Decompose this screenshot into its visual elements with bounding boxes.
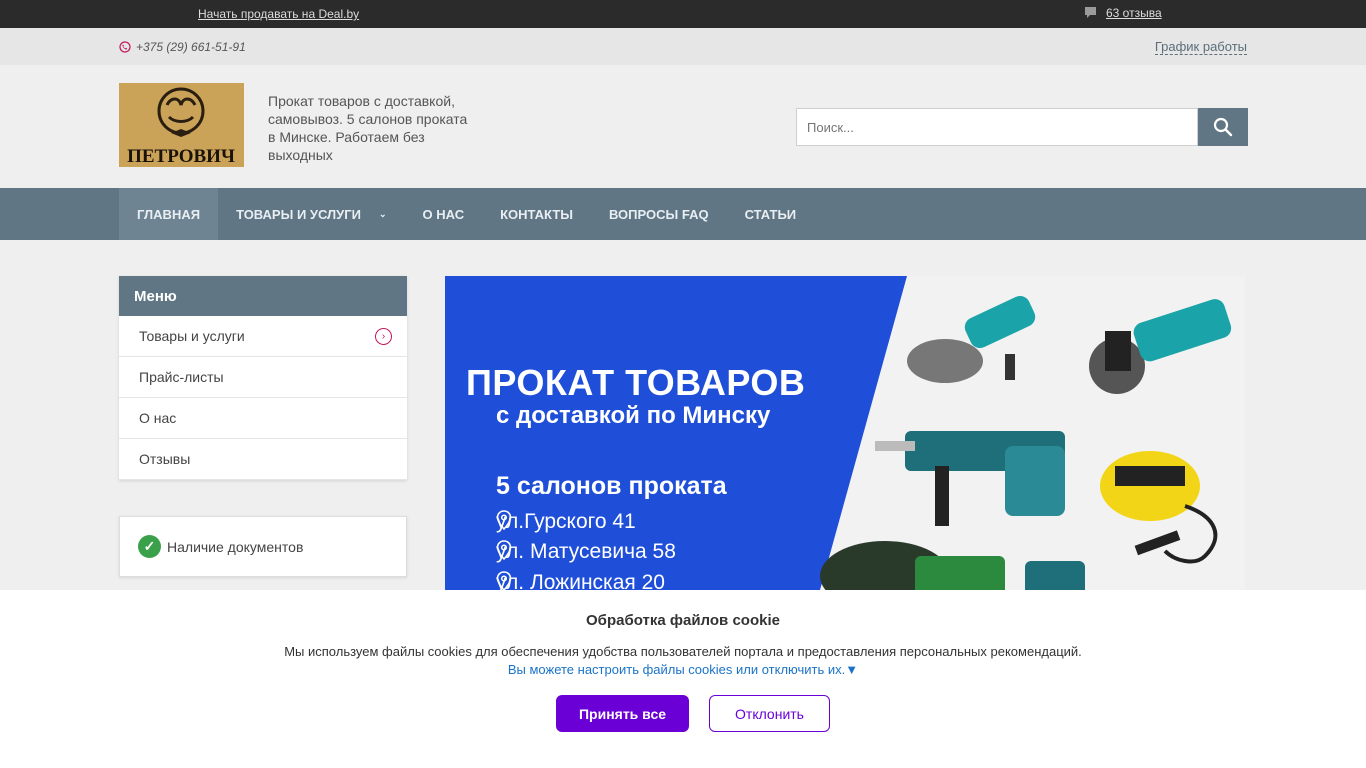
nav-item-articles[interactable]: Статьи bbox=[727, 188, 815, 240]
top-bar: Начать продавать на Deal.by 63 отзыва bbox=[0, 0, 1366, 28]
company-tagline: Прокат товаров с доставкой, самовывоз. 5… bbox=[268, 93, 468, 163]
chevron-right-icon[interactable]: › bbox=[375, 328, 392, 345]
cookie-text: Мы используем файлы cookies для обеспече… bbox=[284, 644, 1082, 659]
cookie-settings-link[interactable]: Вы можете настроить файлы cookies или от… bbox=[0, 662, 1366, 677]
cookie-title: Обработка файлов cookie bbox=[586, 612, 780, 629]
sidebar-item-reviews[interactable]: Отзывы bbox=[119, 439, 407, 480]
svg-text:ПЕТРОВИЧ: ПЕТРОВИЧ bbox=[127, 146, 235, 167]
schedule-link[interactable]: График работы bbox=[1154, 39, 1247, 55]
decline-button[interactable]: Отклонить bbox=[709, 695, 830, 732]
company-logo[interactable]: ПЕТРОВИЧ bbox=[119, 83, 244, 167]
reviews-link[interactable]: 63 отзыва bbox=[1084, 6, 1162, 20]
sidebar-menu-title: Меню bbox=[119, 276, 407, 316]
nav-item-about[interactable]: О нас bbox=[405, 188, 483, 240]
sidebar-menu: Меню Товары и услуги › Прайс-листы О нас… bbox=[119, 276, 407, 480]
banner-address-text: ул. Матусевича 58 bbox=[496, 540, 676, 563]
banner-address-text: ул.Гурского 41 bbox=[496, 510, 636, 533]
nav-item-contacts[interactable]: Контакты bbox=[482, 188, 591, 240]
accept-all-button[interactable]: Принять все bbox=[556, 695, 689, 732]
banner-title: ПРОКАТ ТОВАРОВ bbox=[466, 362, 806, 403]
comment-icon bbox=[1085, 7, 1096, 18]
location-pin-icon bbox=[496, 510, 512, 530]
reviews-count: 63 отзыва bbox=[1106, 6, 1162, 20]
search-icon bbox=[1213, 117, 1233, 137]
documents-badge[interactable]: ✓ Наличие документов bbox=[119, 516, 407, 577]
search-button[interactable] bbox=[1198, 108, 1248, 146]
search-form bbox=[796, 108, 1248, 146]
contacts-bar: +375 (29) 661-51-91 График работы bbox=[0, 28, 1366, 65]
banner-address-text: ул. Ложинская 20 bbox=[496, 571, 665, 590]
logo-image: ПЕТРОВИЧ bbox=[119, 83, 244, 167]
site-header: ПЕТРОВИЧ Прокат товаров с доставкой, сам… bbox=[0, 65, 1366, 188]
main-nav: Главная Товары и услуги ⌄ О нас Контакты… bbox=[0, 188, 1366, 240]
chevron-down-icon: ⌄ bbox=[378, 208, 387, 219]
sidebar-item-label: Товары и услуги bbox=[139, 328, 245, 344]
sidebar-item-price-lists[interactable]: Прайс-листы bbox=[119, 357, 407, 398]
location-pin-icon bbox=[496, 540, 512, 560]
banner-address: ул. Ложинская 20 bbox=[496, 571, 665, 590]
banner-address: ул.Гурского 41 bbox=[496, 510, 636, 534]
nav-item-faq[interactable]: Вопросы FAQ bbox=[591, 188, 727, 240]
banner-subtitle: с доставкой по Минску bbox=[496, 402, 771, 429]
start-selling-link[interactable]: Начать продавать на Deal.by bbox=[198, 7, 359, 21]
nav-item-products[interactable]: Товары и услуги ⌄ bbox=[218, 188, 404, 240]
documents-label: Наличие документов bbox=[167, 538, 304, 555]
promo-banner[interactable]: ПРОКАТ ТОВАРОВ с доставкой по Минску 5 с… bbox=[445, 276, 1245, 590]
search-input[interactable] bbox=[796, 108, 1198, 146]
check-icon: ✓ bbox=[138, 535, 161, 558]
location-pin-icon bbox=[496, 571, 512, 590]
phone-icon bbox=[119, 41, 131, 53]
cookie-banner: Обработка файлов cookie Мы используем фа… bbox=[0, 590, 1366, 768]
sidebar-item-products[interactable]: Товары и услуги › bbox=[119, 316, 407, 357]
phone-text: +375 (29) 661-51-91 bbox=[136, 40, 246, 54]
banner-address: ул. Матусевича 58 bbox=[496, 540, 676, 564]
banner-salons: 5 салонов проката bbox=[496, 472, 727, 500]
nav-item-home[interactable]: Главная bbox=[119, 188, 219, 240]
sidebar-item-about[interactable]: О нас bbox=[119, 398, 407, 439]
nav-item-label: Товары и услуги bbox=[236, 206, 361, 222]
phone-number[interactable]: +375 (29) 661-51-91 bbox=[119, 40, 246, 54]
